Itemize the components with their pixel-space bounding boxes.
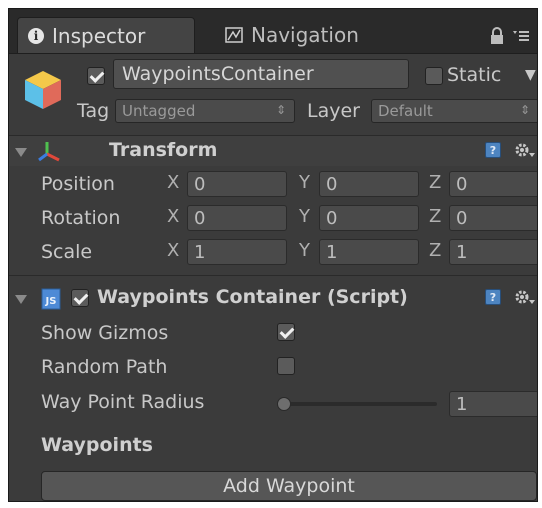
- gameobject-active-checkbox[interactable]: [87, 67, 105, 85]
- transform-axes-icon: [38, 142, 60, 162]
- transform-gear-icon[interactable]: [513, 141, 535, 159]
- random-path-label: Random Path: [41, 356, 168, 378]
- rotation-z-value: 0: [456, 207, 468, 229]
- scale-x-field[interactable]: 1: [187, 239, 287, 265]
- show-gizmos-checkbox[interactable]: [277, 323, 295, 341]
- script-file-icon: JS: [41, 288, 61, 310]
- rotation-y-value: 0: [326, 207, 338, 229]
- layer-value: Default: [378, 102, 433, 120]
- transform-help-icon[interactable]: ?: [485, 142, 501, 158]
- scale-x-value: 1: [194, 241, 206, 263]
- rotation-label: Rotation: [41, 207, 121, 229]
- tab-inspector-label: Inspector: [52, 23, 146, 48]
- context-menu-icon[interactable]: [513, 29, 529, 43]
- transform-foldout-arrow-icon[interactable]: [15, 148, 27, 157]
- random-path-checkbox[interactable]: [277, 357, 295, 375]
- position-z-field[interactable]: 0: [449, 171, 537, 197]
- script-component-header[interactable]: JS Waypoints Container (Script) ?: [9, 283, 537, 313]
- add-waypoint-button[interactable]: Add Waypoint: [41, 471, 537, 501]
- layer-label: Layer: [307, 100, 360, 122]
- position-label: Position: [41, 173, 115, 195]
- gameobject-name-value: WaypointsContainer: [122, 63, 314, 85]
- show-gizmos-label: Show Gizmos: [41, 322, 169, 344]
- rotation-x-field[interactable]: 0: [187, 205, 287, 231]
- waypoints-heading: Waypoints: [41, 434, 153, 456]
- scale-label: Scale: [41, 241, 93, 263]
- layer-dropdown[interactable]: Default ⇕: [371, 99, 537, 123]
- rotation-y-field[interactable]: 0: [319, 205, 419, 231]
- tab-inspector[interactable]: i Inspector: [17, 17, 195, 53]
- waypoint-radius-value: 1: [456, 393, 468, 415]
- tag-value: Untagged: [122, 102, 196, 120]
- script-component-title: Waypoints Container (Script): [97, 286, 408, 308]
- tag-dropdown-arrow-icon: ⇕: [275, 103, 286, 117]
- transform-title: Transform: [109, 139, 218, 161]
- navigation-icon: [225, 27, 243, 43]
- rotation-x-value: 0: [194, 207, 206, 229]
- rotation-y-label: Y: [299, 206, 310, 227]
- script-gear-icon[interactable]: [513, 288, 535, 306]
- waypoint-radius-label: Way Point Radius: [41, 391, 205, 413]
- scale-z-value: 1: [456, 241, 468, 263]
- position-x-field[interactable]: 0: [187, 171, 287, 197]
- script-help-icon[interactable]: ?: [485, 289, 501, 305]
- position-z-value: 0: [456, 173, 468, 195]
- waypoint-radius-slider[interactable]: [277, 402, 437, 406]
- waypoint-radius-slider-knob[interactable]: [277, 397, 291, 411]
- waypoint-radius-field[interactable]: 1: [449, 391, 537, 417]
- script-foldout-arrow-icon[interactable]: [15, 295, 27, 304]
- inspector-window: i Inspector Navigation WaypointsContaine…: [8, 8, 538, 502]
- position-y-field[interactable]: 0: [319, 171, 419, 197]
- add-waypoint-button-label: Add Waypoint: [223, 475, 355, 497]
- gameobject-cube-icon: [25, 71, 61, 109]
- position-z-label: Z: [429, 172, 442, 193]
- position-x-value: 0: [194, 173, 206, 195]
- position-y-label: Y: [299, 172, 310, 193]
- rotation-z-label: Z: [429, 206, 442, 227]
- tag-label: Tag: [77, 100, 110, 122]
- scale-z-field[interactable]: 1: [449, 239, 537, 265]
- lock-icon[interactable]: [489, 27, 505, 45]
- scale-y-field[interactable]: 1: [319, 239, 419, 265]
- scale-z-label: Z: [429, 240, 442, 261]
- tab-bar: i Inspector Navigation: [9, 9, 537, 54]
- static-dropdown-arrow-icon[interactable]: ▼: [525, 63, 536, 87]
- svg-text:JS: JS: [45, 296, 57, 307]
- script-enabled-checkbox[interactable]: [71, 289, 89, 307]
- static-label: Static: [447, 64, 502, 86]
- tab-navigation-label: Navigation: [251, 23, 359, 47]
- scale-y-label: Y: [299, 240, 310, 261]
- tab-navigation[interactable]: Navigation: [219, 17, 419, 53]
- scale-y-value: 1: [326, 241, 338, 263]
- transform-header[interactable]: Transform ?: [9, 135, 537, 166]
- component-divider: [9, 275, 537, 276]
- scale-x-label: X: [167, 240, 180, 261]
- rotation-x-label: X: [167, 206, 180, 227]
- rotation-z-field[interactable]: 0: [449, 205, 537, 231]
- static-checkbox[interactable]: [425, 67, 443, 85]
- position-y-value: 0: [326, 173, 338, 195]
- position-x-label: X: [167, 172, 180, 193]
- info-icon: i: [28, 27, 44, 44]
- tag-dropdown[interactable]: Untagged ⇕: [115, 99, 295, 123]
- layer-dropdown-arrow-icon: ⇕: [519, 103, 530, 117]
- gameobject-name-field[interactable]: WaypointsContainer: [113, 59, 409, 89]
